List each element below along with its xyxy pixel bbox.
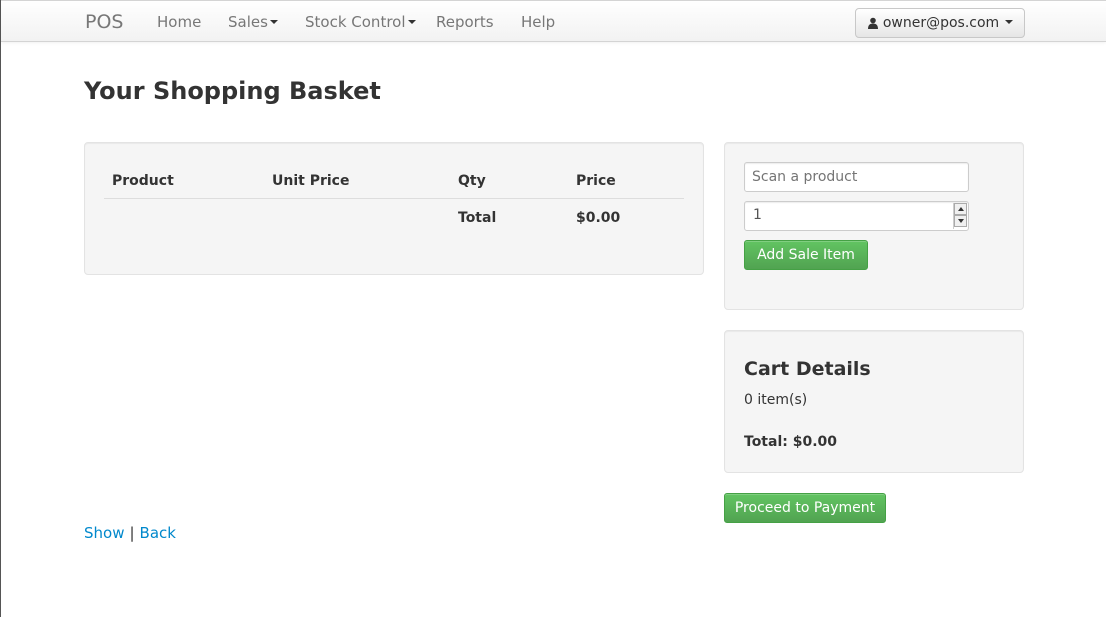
nav-help[interactable]: Help	[521, 13, 555, 31]
show-link[interactable]: Show	[84, 524, 124, 542]
col-unit-price: Unit Price	[272, 173, 350, 189]
cart-total: Total: $0.00	[744, 434, 838, 450]
total-label: Total	[458, 210, 497, 226]
page-title: Your Shopping Basket	[84, 77, 381, 105]
total-value: $0.00	[576, 210, 621, 226]
col-qty: Qty	[458, 173, 486, 189]
basket-table: Product Unit Price Qty Price Total $0.00	[84, 142, 704, 275]
nav-home-label: Home	[157, 13, 202, 31]
add-sale-item-button[interactable]: Add Sale Item	[744, 240, 868, 270]
user-icon	[867, 17, 878, 29]
nav-stock-control[interactable]: Stock Control	[305, 13, 416, 31]
link-separator: |	[129, 524, 135, 542]
quantity-spinner	[953, 203, 967, 229]
table-divider	[104, 198, 684, 199]
nav-sales[interactable]: Sales	[228, 13, 278, 31]
cart-title: Cart Details	[744, 358, 871, 380]
quantity-value: 1	[753, 207, 762, 223]
caret-down-icon	[407, 19, 416, 24]
col-price: Price	[576, 173, 616, 189]
nav-reports[interactable]: Reports	[436, 13, 494, 31]
user-menu-button[interactable]: owner@pos.com	[855, 8, 1025, 38]
nav-sales-label: Sales	[228, 13, 268, 31]
chevron-up-icon[interactable]	[954, 203, 967, 215]
nav-stock-control-label: Stock Control	[305, 13, 406, 31]
window-edge	[0, 0, 1, 617]
caret-down-icon	[269, 19, 278, 24]
scan-panel: 1 Add Sale Item	[724, 142, 1024, 310]
nav-reports-label: Reports	[436, 13, 494, 31]
back-link[interactable]: Back	[140, 524, 176, 542]
cart-details-panel: Cart Details 0 item(s) Total: $0.00	[724, 330, 1024, 473]
caret-down-icon	[1005, 20, 1014, 24]
proceed-to-payment-button[interactable]: Proceed to Payment	[724, 493, 886, 523]
scan-product-input[interactable]	[744, 162, 969, 192]
col-product: Product	[112, 173, 174, 189]
user-email: owner@pos.com	[882, 15, 1000, 31]
cart-item-count: 0 item(s)	[744, 392, 808, 408]
navbar: POS Home Sales Stock Control Reports Hel…	[1, 0, 1106, 42]
chevron-down-icon[interactable]	[954, 215, 967, 227]
footer-links: Show | Back	[84, 524, 176, 542]
brand-logo[interactable]: POS	[85, 11, 123, 33]
nav-help-label: Help	[521, 13, 556, 31]
nav-home[interactable]: Home	[157, 13, 201, 31]
quantity-stepper[interactable]: 1	[744, 201, 969, 231]
